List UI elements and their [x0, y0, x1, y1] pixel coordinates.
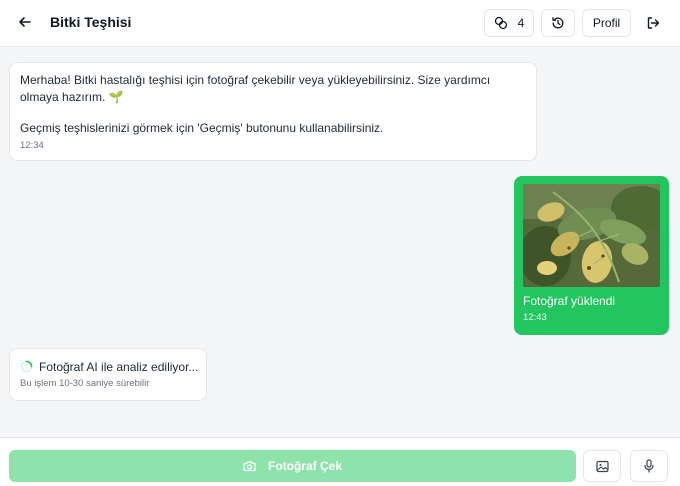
- microphone-icon: [644, 459, 654, 473]
- analyzing-text: Fotoğraf AI ile analiz ediliyor...: [39, 360, 199, 374]
- back-arrow-icon: [19, 17, 31, 27]
- camera-icon: [243, 461, 256, 472]
- message-timestamp: 12:34: [20, 140, 44, 151]
- back-button[interactable]: [14, 11, 36, 33]
- history-icon: [552, 17, 564, 29]
- history-button[interactable]: [541, 9, 575, 37]
- image-icon: [595, 460, 609, 472]
- profile-button[interactable]: Profil: [582, 9, 631, 37]
- page-title: Bitki Teşhisi: [50, 14, 132, 30]
- spinner-icon: [20, 360, 33, 373]
- user-photo-message: Fotoğraf yüklendi 12:43: [514, 176, 669, 335]
- message-timestamp: 12:43: [523, 312, 547, 323]
- upload-image-button[interactable]: [583, 450, 621, 482]
- welcome-line-2: olmaya hazırım. 🌱: [20, 90, 124, 104]
- take-photo-button[interactable]: Fotoğraf Çek: [9, 450, 576, 482]
- diagnosis-count-button[interactable]: 4: [484, 9, 534, 37]
- diagnosis-count: 4: [517, 16, 525, 30]
- uploaded-leaf-photo[interactable]: [523, 184, 660, 287]
- voice-input-button[interactable]: [630, 450, 668, 482]
- analyzing-status-message: Fotoğraf AI ile analiz ediliyor... Bu iş…: [9, 348, 207, 401]
- logout-button[interactable]: [642, 12, 664, 34]
- welcome-line-1: Merhaba! Bitki hastalığı teşhisi için fo…: [20, 73, 491, 87]
- bot-welcome-message: Merhaba! Bitki hastalığı teşhisi için fo…: [9, 62, 537, 161]
- welcome-line-3: Geçmiş teşhislerinizi görmek için 'Geçmi…: [20, 121, 384, 135]
- leaf-count-icon: [494, 16, 507, 30]
- photo-caption: Fotoğraf yüklendi: [523, 294, 616, 308]
- take-photo-label: Fotoğraf Çek: [267, 459, 342, 473]
- analyzing-subtext: Bu işlem 10-30 saniye sürebilir: [20, 378, 150, 389]
- app-header: Bitki Teşhisi 4 Profil: [0, 0, 680, 47]
- logout-icon: [647, 17, 660, 29]
